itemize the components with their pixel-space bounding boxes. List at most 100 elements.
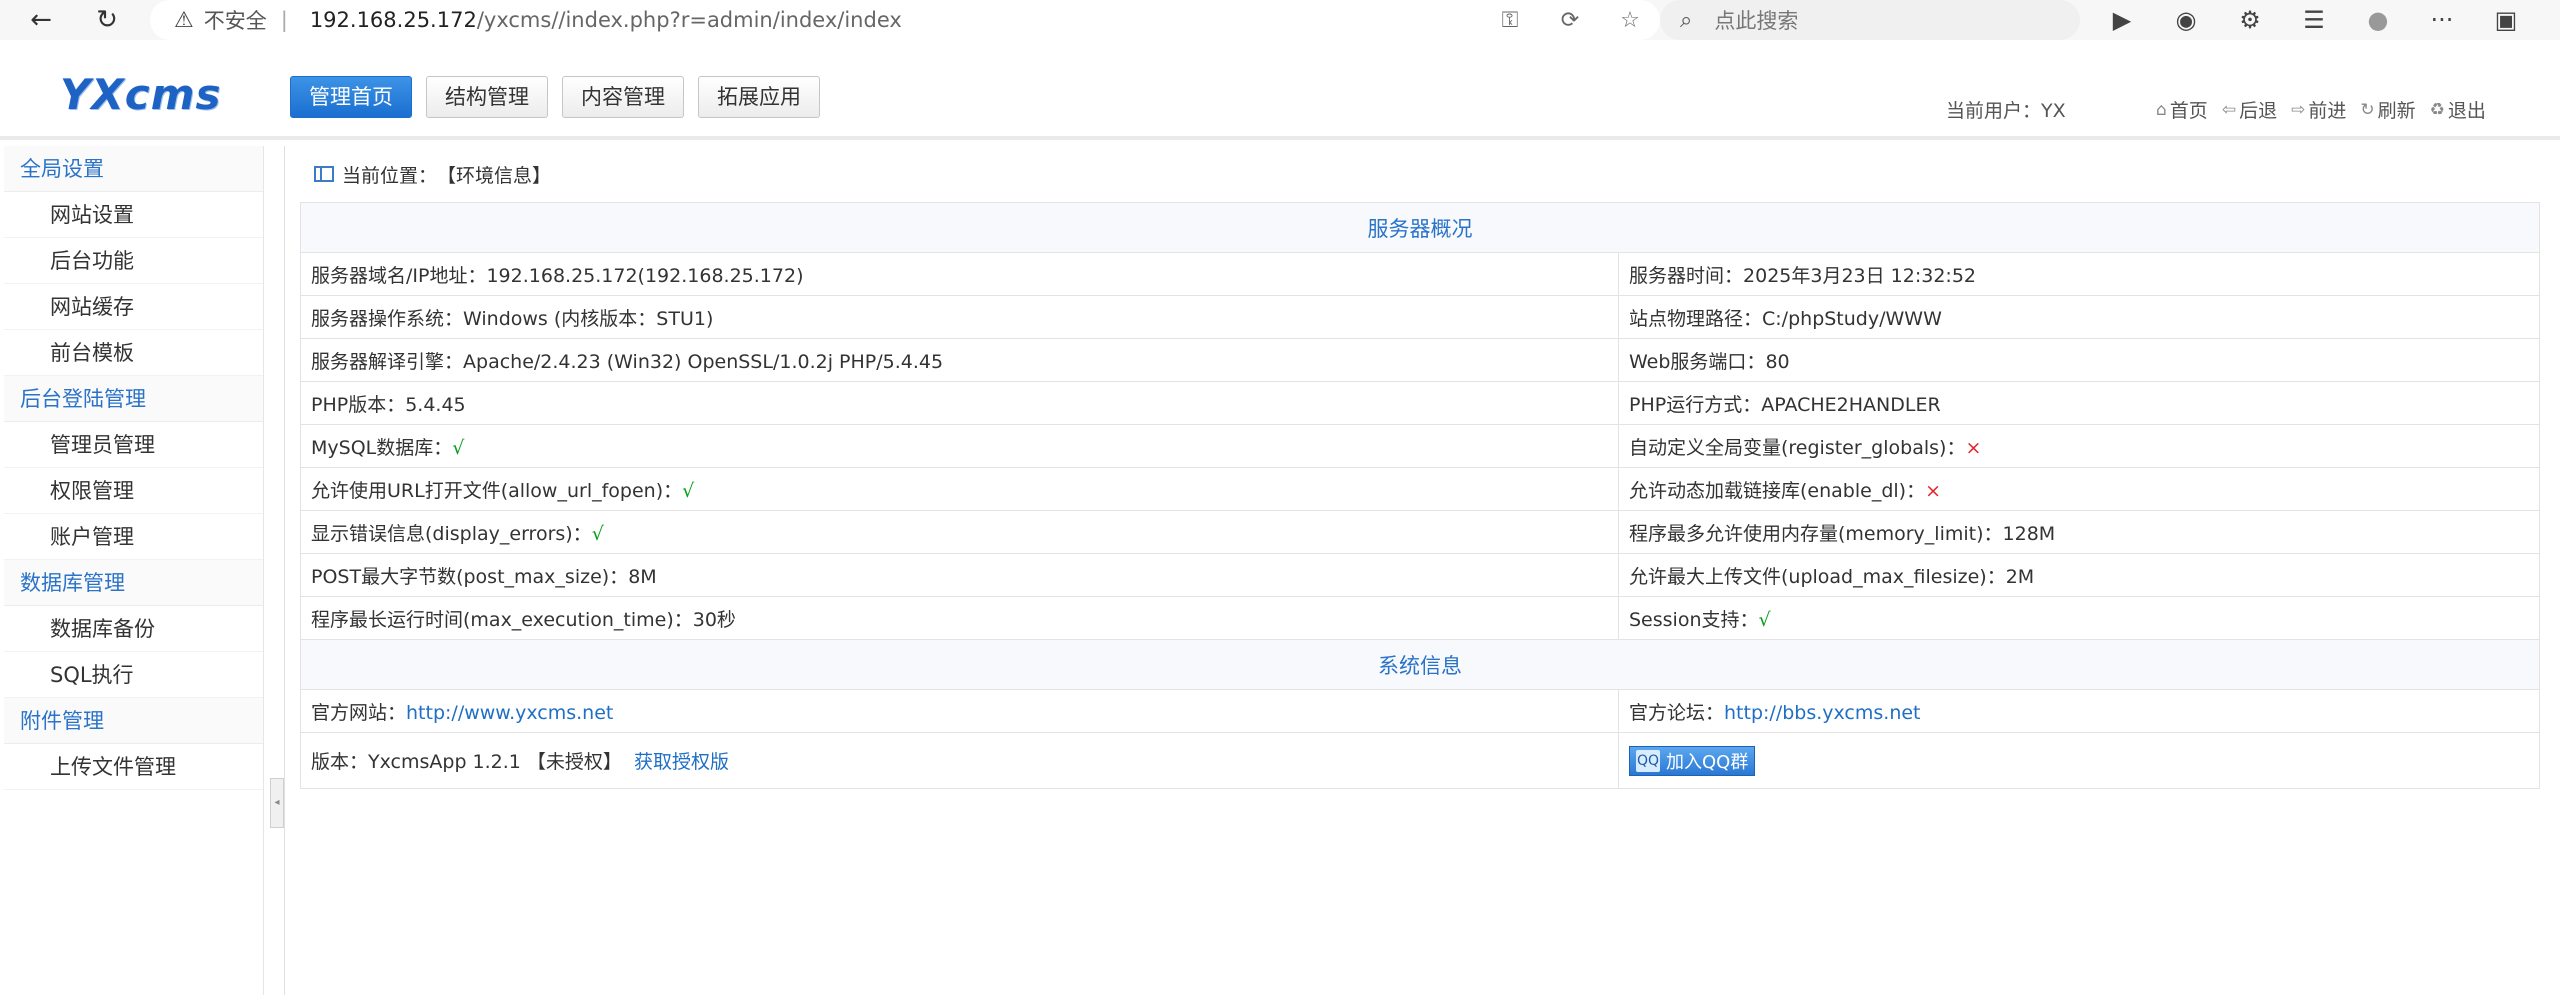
- quick-link-logout[interactable]: ♻ 退出: [2430, 96, 2486, 123]
- profile-icon[interactable]: ●: [2346, 6, 2410, 34]
- tab-structure[interactable]: 结构管理: [426, 76, 548, 118]
- more-icon[interactable]: ···: [2410, 6, 2474, 34]
- cell-value: Apache/2.4.23 (Win32) OpenSSL/1.0.2j PHP…: [463, 350, 944, 373]
- sidebar-item-database-backup[interactable]: 数据库备份: [4, 606, 263, 652]
- table-cell: QQ 加入QQ群: [1618, 732, 2540, 789]
- join-qq-group-button[interactable]: QQ 加入QQ群: [1629, 745, 1756, 776]
- cell-value: 8M: [628, 565, 657, 588]
- favorites-icon[interactable]: ☰: [2282, 6, 2346, 34]
- check-icon: √: [591, 522, 604, 545]
- app-header: YXcms 管理首页 结构管理 内容管理 拓展应用 当前用户：YX ⌂ 首页 ⇦ 后…: [0, 48, 2560, 140]
- server-info-table: 服务器概况 服务器域名/IP地址：192.168.25.172(192.168.…: [300, 202, 2540, 789]
- cell-value: 5.4.45: [405, 393, 466, 416]
- current-user-label: 当前用户：: [1946, 100, 2042, 122]
- breadcrumb: 当前位置： 【环境信息】: [300, 146, 2540, 202]
- logo[interactable]: YXcms: [60, 70, 221, 119]
- quick-link-back[interactable]: ⇦ 后退: [2222, 96, 2277, 123]
- cell-value: Windows (内核版本：STU1): [463, 307, 714, 330]
- sidebar-item-sql-execute[interactable]: SQL执行: [4, 652, 263, 698]
- tab-extensions[interactable]: 拓展应用: [698, 76, 820, 118]
- warning-icon: ⚠: [174, 7, 194, 33]
- insecure-label[interactable]: 不安全: [204, 5, 267, 35]
- check-icon: √: [1758, 608, 1771, 631]
- cell-value: 30秒: [692, 608, 736, 631]
- sidebar-collapse-toggle[interactable]: ◂: [270, 778, 284, 828]
- server-overview-title: 服务器概况: [300, 202, 2540, 253]
- extensions-icon[interactable]: ⚙: [2218, 6, 2282, 34]
- cell-value: 192.168.25.172(192.168.25.172): [486, 264, 804, 287]
- table-row: 程序最长运行时间(max_execution_time)：30秒 Session…: [300, 596, 2540, 640]
- sidebar-item-permission-management[interactable]: 权限管理: [4, 468, 263, 514]
- official-forum-link[interactable]: http://bbs.yxcms.net: [1724, 702, 1921, 724]
- circle-icon[interactable]: ◉: [2154, 6, 2218, 34]
- sidebar-item-account-management[interactable]: 账户管理: [4, 514, 263, 560]
- sidebar-item-frontend-templates[interactable]: 前台模板: [4, 330, 263, 376]
- translate-icon[interactable]: ⟳: [1540, 8, 1600, 33]
- table-cell: 服务器操作系统：Windows (内核版本：STU1): [300, 295, 1619, 339]
- key-icon[interactable]: ⚿: [1480, 8, 1540, 33]
- get-license-link[interactable]: 获取授权版: [634, 751, 729, 773]
- sidebar-group-login-management[interactable]: 后台登陆管理: [4, 376, 263, 422]
- cross-icon: ×: [1925, 479, 1941, 502]
- quick-link-label: 后退: [2239, 100, 2278, 122]
- collections-icon[interactable]: ▣: [2474, 6, 2538, 34]
- cell-value: APACHE2HANDLER: [1761, 393, 1941, 416]
- tab-admin-home[interactable]: 管理首页: [290, 76, 412, 118]
- layout-icon: [314, 166, 334, 182]
- check-icon: √: [682, 479, 695, 502]
- table-cell: Web服务端口：80: [1618, 338, 2540, 382]
- cell-label: PHP版本：: [311, 393, 406, 416]
- quick-link-forward[interactable]: ⇨ 前进: [2291, 96, 2346, 123]
- table-cell: 服务器时间：2025年3月23日 12:32:52: [1618, 252, 2540, 296]
- sidebar-item-backend-functions[interactable]: 后台功能: [4, 238, 263, 284]
- back-icon[interactable]: ←: [16, 0, 66, 40]
- table-cell: 站点物理路径：C:/phpStudy/WWW: [1618, 295, 2540, 339]
- refresh-icon: ↻: [2360, 99, 2375, 120]
- refresh-icon[interactable]: ↻: [82, 0, 132, 40]
- table-row: 服务器解译引擎：Apache/2.4.23 (Win32) OpenSSL/1.…: [300, 338, 2540, 382]
- sidebar-item-site-cache[interactable]: 网站缓存: [4, 284, 263, 330]
- cell-label: 显示错误信息(display_errors)：: [311, 522, 592, 545]
- play-icon[interactable]: ▶: [2090, 6, 2154, 34]
- official-site-link[interactable]: http://www.yxcms.net: [406, 702, 613, 724]
- browser-right-icons: ▶ ◉ ⚙ ☰ ● ··· ▣: [2090, 0, 2538, 40]
- sidebar-item-admin-management[interactable]: 管理员管理: [4, 422, 263, 468]
- cell-label: PHP运行方式：: [1629, 393, 1762, 416]
- quick-link-label: 刷新: [2377, 100, 2416, 122]
- cell-label: 服务器域名/IP地址：: [311, 264, 487, 287]
- quick-link-home[interactable]: ⌂ 首页: [2156, 96, 2208, 123]
- cell-label: 服务器操作系统：: [311, 307, 464, 330]
- cell-value: 80: [1765, 350, 1790, 373]
- tab-content[interactable]: 内容管理: [562, 76, 684, 118]
- cell-label: 站点物理路径：: [1629, 307, 1763, 330]
- table-cell: PHP运行方式：APACHE2HANDLER: [1618, 381, 2540, 425]
- cell-label: 程序最多允许使用内存量(memory_limit)：: [1629, 522, 2003, 545]
- table-cell: 服务器解译引擎：Apache/2.4.23 (Win32) OpenSSL/1.…: [300, 338, 1619, 382]
- sidebar-item-upload-file-management[interactable]: 上传文件管理: [4, 744, 263, 790]
- table-cell: 程序最长运行时间(max_execution_time)：30秒: [300, 596, 1619, 640]
- star-icon[interactable]: ☆: [1600, 8, 1660, 33]
- table-row: POST最大字节数(post_max_size)：8M 允许最大上传文件(upl…: [300, 553, 2540, 597]
- address-bar[interactable]: ⚠ 不安全 | 192.168.25.172/yxcms//index.php?…: [150, 0, 1660, 40]
- cell-label: POST最大字节数(post_max_size)：: [311, 565, 629, 588]
- sidebar-group-database-management[interactable]: 数据库管理: [4, 560, 263, 606]
- table-cell: 服务器域名/IP地址：192.168.25.172(192.168.25.172…: [300, 252, 1619, 296]
- check-icon: √: [452, 436, 465, 459]
- browser-search-box[interactable]: ⌕ 点此搜索: [1660, 0, 2080, 40]
- quick-link-label: 前进: [2308, 100, 2347, 122]
- sidebar-group-attachment-management[interactable]: 附件管理: [4, 698, 263, 744]
- cell-label: 版本：: [311, 751, 369, 773]
- cell-label: 允许动态加载链接库(enable_dl)：: [1629, 479, 1926, 502]
- table-cell: 程序最多允许使用内存量(memory_limit)：128M: [1618, 510, 2540, 554]
- cell-label: 程序最长运行时间(max_execution_time)：: [311, 608, 693, 631]
- quick-link-label: 退出: [2447, 100, 2486, 122]
- current-user-name: YX: [2041, 100, 2066, 122]
- sidebar-item-site-settings[interactable]: 网站设置: [4, 192, 263, 238]
- sidebar-group-global-settings[interactable]: 全局设置: [4, 146, 263, 192]
- quick-link-refresh[interactable]: ↻ 刷新: [2360, 96, 2415, 123]
- table-row: 官方网站：http://www.yxcms.net 官方论坛：http://bb…: [300, 689, 2540, 733]
- cell-label: 允许使用URL打开文件(allow_url_fopen)：: [311, 479, 683, 502]
- quick-links: ⌂ 首页 ⇦ 后退 ⇨ 前进 ↻ 刷新 ♻ 退出: [2156, 96, 2500, 123]
- main-content: 当前位置： 【环境信息】 服务器概况 服务器域名/IP地址：192.168.25…: [300, 146, 2540, 789]
- table-row: MySQL数据库：√ 自动定义全局变量(register_globals)：×: [300, 424, 2540, 468]
